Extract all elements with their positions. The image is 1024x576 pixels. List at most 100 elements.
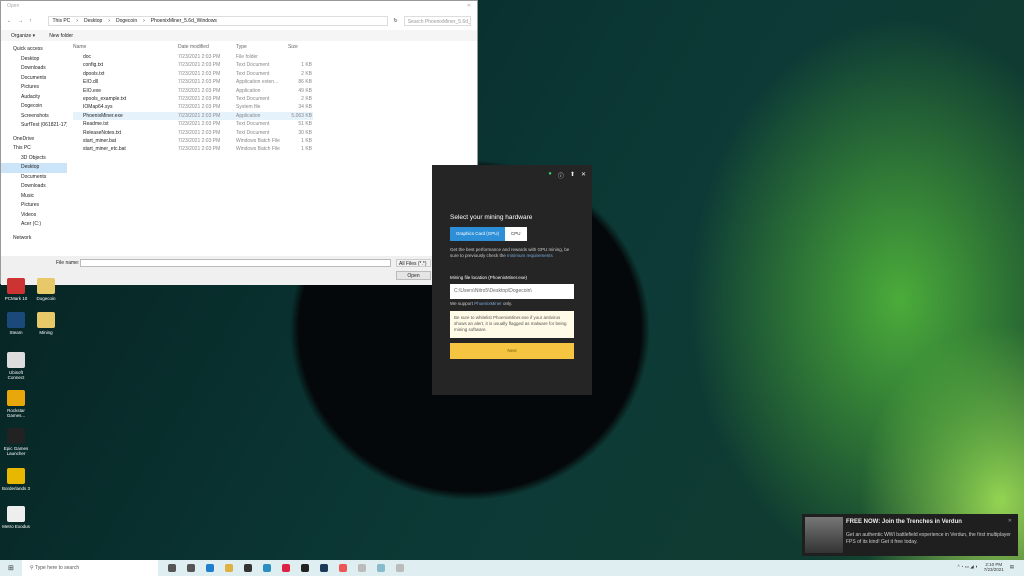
file-type: Application exten... bbox=[236, 79, 279, 86]
sidebar-item[interactable]: Network bbox=[1, 234, 67, 244]
back-icon[interactable]: ← bbox=[7, 18, 12, 24]
crumb[interactable]: Desktop bbox=[84, 18, 102, 24]
windows-start-icon[interactable]: ⊞ bbox=[8, 564, 14, 572]
sidebar-item[interactable]: Acer (C:) bbox=[1, 220, 67, 230]
crumb[interactable]: This PC bbox=[53, 18, 71, 24]
sidebar-item[interactable]: Screenshots bbox=[1, 112, 67, 122]
sidebar-item[interactable]: This PC bbox=[1, 144, 67, 154]
file-row[interactable]: ReleaseNotes.txt 7/23/2021 2:03 PM Text Do… bbox=[73, 129, 313, 137]
crumb[interactable]: Dogecoin bbox=[116, 18, 137, 24]
organize-button[interactable]: Organize ▾ bbox=[11, 33, 35, 39]
desktop-icon[interactable]: Steam bbox=[1, 312, 31, 335]
info-icon[interactable]: ⓘ bbox=[558, 171, 564, 180]
file-row[interactable]: start_miner_etc.bat 7/23/2021 2:03 PM Wind… bbox=[73, 145, 313, 153]
forward-icon[interactable]: → bbox=[18, 18, 23, 24]
sidebar-item[interactable]: Quick access bbox=[1, 45, 67, 55]
sidebar-item[interactable]: SurfTest (061821-17) bbox=[1, 121, 67, 131]
pin-icon[interactable]: ⬆ bbox=[570, 171, 575, 180]
status-dot-icon: ● bbox=[548, 171, 552, 177]
file-size: 1 KB bbox=[301, 146, 312, 153]
desktop-icon[interactable]: PCMark 10 bbox=[1, 278, 31, 301]
column-header[interactable]: Size bbox=[288, 43, 312, 53]
sidebar-item[interactable]: Music bbox=[1, 192, 67, 202]
crumb[interactable]: PhoenixMiner_5.6d_Windows bbox=[151, 18, 217, 24]
app-icon bbox=[7, 312, 25, 328]
clock-date[interactable]: 7/23/2021 bbox=[984, 567, 1004, 572]
taskbar-app-icon[interactable] bbox=[282, 564, 290, 572]
breadcrumb[interactable]: This PC › Desktop › Dogecoin › PhoenixMiner_5.… bbox=[47, 16, 388, 26]
file-size: 5,063 KB bbox=[291, 112, 312, 119]
open-button[interactable]: Open bbox=[396, 271, 431, 280]
file-name-input[interactable] bbox=[80, 259, 391, 267]
file-row[interactable]: epools_example.txt 7/23/2021 2:03 PM Text … bbox=[73, 95, 313, 103]
navigation-pane: Quick access Desktop Downloads Documents Pic… bbox=[1, 45, 67, 253]
gpu-option[interactable]: Graphics Card (GPU) bbox=[450, 227, 506, 241]
file-row[interactable]: EIO.dll 7/23/2021 2:03 PM Application exte… bbox=[73, 78, 313, 86]
desktop-icon[interactable]: Borderlands 3 bbox=[1, 468, 31, 491]
sidebar-item[interactable]: Documents bbox=[1, 74, 67, 84]
file-row[interactable]: start_miner.bat 7/23/2021 2:03 PM Windows … bbox=[73, 137, 313, 145]
taskbar-app-icon[interactable] bbox=[377, 564, 385, 572]
file-row[interactable]: Readme.txt 7/23/2021 2:03 PM Text Document… bbox=[73, 120, 313, 128]
close-icon[interactable]: ✕ bbox=[1008, 518, 1012, 524]
taskbar-app-icon[interactable] bbox=[263, 564, 271, 572]
action-center-icon[interactable]: ▤ bbox=[1010, 564, 1014, 570]
column-header[interactable]: Date modified bbox=[178, 43, 236, 53]
desktop-icon[interactable]: Epic Games Launcher bbox=[1, 428, 31, 456]
sidebar-item[interactable]: Videos bbox=[1, 211, 67, 221]
up-icon[interactable]: ↑ bbox=[29, 18, 32, 24]
requirements-link[interactable]: minimum requirements bbox=[507, 253, 553, 258]
file-row[interactable]: PhoenixMiner.exe 7/23/2021 2:03 PM Applica… bbox=[73, 111, 313, 121]
file-row[interactable]: IOMap64.sys 7/23/2021 2:03 PM System file 3… bbox=[73, 103, 313, 111]
new-folder-button[interactable]: New folder bbox=[49, 33, 73, 39]
file-row[interactable]: doc 7/23/2021 2:03 PM File folder bbox=[73, 53, 313, 61]
taskbar-app-icon[interactable] bbox=[187, 564, 195, 572]
taskbar-app-icon[interactable] bbox=[225, 564, 233, 572]
desktop-icon[interactable]: Ubisoft Connect bbox=[1, 352, 31, 380]
taskbar-app-icon[interactable] bbox=[301, 564, 309, 572]
sidebar-item[interactable]: Downloads bbox=[1, 182, 67, 192]
close-icon[interactable]: ✕ bbox=[467, 3, 471, 11]
next-button[interactable]: Next bbox=[450, 343, 574, 359]
taskbar-search[interactable]: ⚲ Type here to search bbox=[22, 560, 158, 576]
search-input[interactable]: Search PhoenixMiner_5.6d_Wi... bbox=[403, 16, 471, 26]
close-icon[interactable]: ✕ bbox=[581, 171, 586, 180]
column-header[interactable]: Name bbox=[73, 43, 178, 53]
phoenixminer-link[interactable]: PhoenixMiner bbox=[474, 301, 502, 306]
taskbar-app-icon[interactable] bbox=[339, 564, 347, 572]
cpu-option[interactable]: CPU bbox=[505, 227, 527, 241]
file-row[interactable]: EIO.exe 7/23/2021 2:03 PM Application 49 KB bbox=[73, 87, 313, 95]
file-name-label: File name: bbox=[56, 260, 80, 266]
desktop-icon[interactable]: Metro Exodus bbox=[1, 506, 31, 529]
sidebar-item[interactable]: Audacity bbox=[1, 93, 67, 103]
sidebar-item[interactable]: 3D Objects bbox=[1, 154, 67, 164]
app-icon bbox=[7, 428, 25, 444]
desktop-icon[interactable]: Mining bbox=[31, 312, 61, 335]
file-name: ReleaseNotes.txt bbox=[83, 129, 122, 136]
sidebar-item[interactable]: Dogecoin bbox=[1, 102, 67, 112]
file-type-select[interactable]: All Files (*.*) bbox=[396, 259, 431, 267]
taskbar-app-icon[interactable] bbox=[396, 564, 404, 572]
file-type: Text Document bbox=[236, 62, 270, 69]
sidebar-item[interactable]: Pictures bbox=[1, 83, 67, 93]
taskbar-app-icon[interactable] bbox=[206, 564, 214, 572]
sidebar-item[interactable]: Downloads bbox=[1, 64, 67, 74]
desktop-icon[interactable]: Dogecoin bbox=[31, 278, 61, 301]
taskbar-app-icon[interactable] bbox=[168, 564, 176, 572]
sidebar-item[interactable]: Desktop bbox=[1, 163, 67, 173]
file-row[interactable]: config.txt 7/23/2021 2:03 PM Text Document… bbox=[73, 61, 313, 69]
sidebar-item[interactable]: Desktop bbox=[1, 55, 67, 65]
tray-icons[interactable]: ^ ◔ ▭ ◢ ◖ bbox=[957, 564, 977, 570]
desktop-icon[interactable]: Rockstar Games... bbox=[1, 390, 31, 418]
taskbar-app-icon[interactable] bbox=[244, 564, 252, 572]
location-input[interactable]: C:\Users\Nitro5\Desktop\Dogecoin\ bbox=[450, 284, 574, 299]
sidebar-item[interactable]: Pictures bbox=[1, 201, 67, 211]
taskbar-app-icon[interactable] bbox=[358, 564, 366, 572]
notification-toast[interactable]: FREE NOW: Join the Trenches in Verdun Ge… bbox=[802, 514, 1018, 556]
column-header[interactable]: Type bbox=[236, 43, 288, 53]
refresh-icon[interactable]: ↻ bbox=[394, 18, 398, 24]
sidebar-item[interactable]: OneDrive bbox=[1, 135, 67, 145]
taskbar-app-icon[interactable] bbox=[320, 564, 328, 572]
file-row[interactable]: dpools.txt 7/23/2021 2:03 PM Text Document… bbox=[73, 70, 313, 78]
sidebar-item[interactable]: Documents bbox=[1, 173, 67, 183]
